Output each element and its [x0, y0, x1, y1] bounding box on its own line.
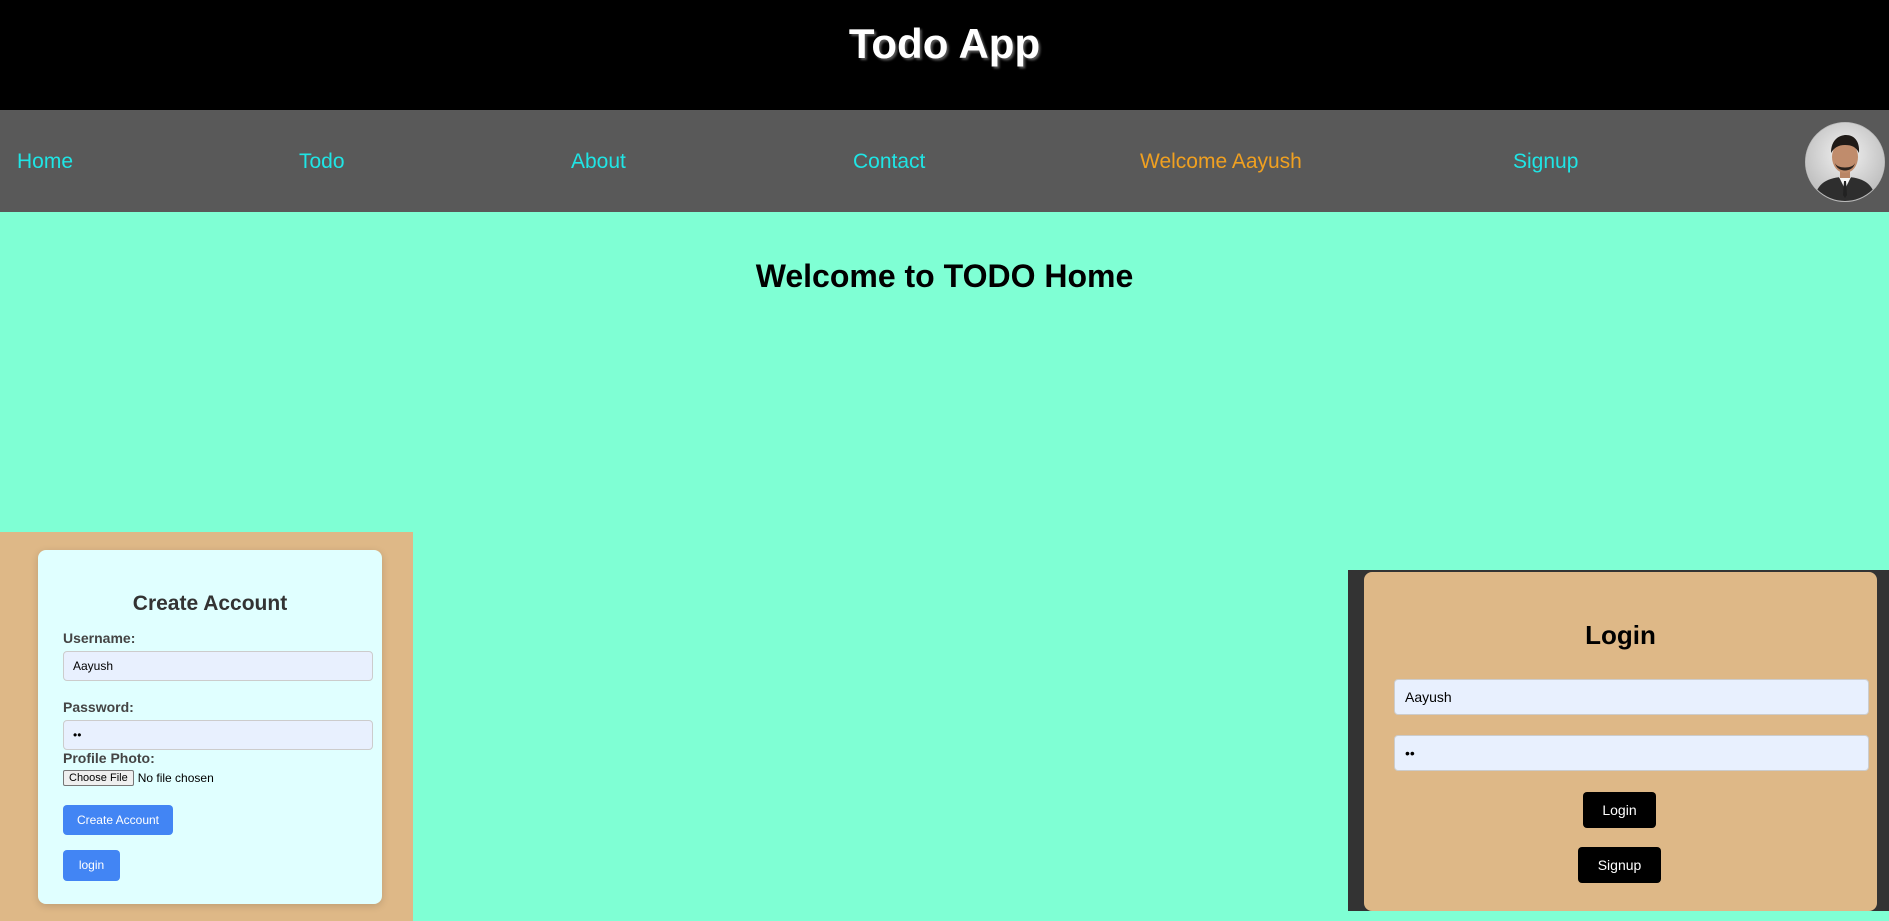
avatar[interactable] — [1805, 122, 1885, 202]
user-avatar-icon — [1806, 123, 1884, 201]
nav-contact-link[interactable]: Contact — [853, 150, 925, 174]
nav-signup-link[interactable]: Signup — [1513, 150, 1578, 174]
signup-password-input[interactable]: •• — [63, 720, 373, 750]
login-password-input[interactable]: •• — [1394, 735, 1869, 771]
nav-welcome-user[interactable]: Welcome Aayush — [1140, 150, 1302, 174]
navbar: Home Todo About Contact Welcome Aayush S… — [0, 110, 1889, 212]
login-username-input[interactable]: Aayush — [1394, 679, 1869, 715]
signup-username-input[interactable]: Aayush — [63, 651, 373, 681]
file-status-text: No file chosen — [137, 771, 214, 785]
signup-button[interactable]: Signup — [1578, 847, 1661, 883]
password-label: Password: — [63, 699, 134, 715]
login-button[interactable]: Login — [1583, 792, 1656, 828]
create-account-button[interactable]: Create Account — [63, 805, 173, 835]
nav-home-link[interactable]: Home — [17, 150, 73, 174]
app-header: Todo App — [0, 0, 1889, 110]
create-account-title: Create Account — [132, 592, 288, 615]
choose-file-button[interactable]: Choose File — [63, 770, 134, 786]
login-title: Login — [1585, 620, 1656, 650]
profile-photo-label: Profile Photo: — [63, 750, 155, 766]
create-account-card: Create Account Username: Aayush Password… — [38, 550, 382, 904]
login-panel: Login Aayush •• Login Signup — [1348, 570, 1889, 911]
username-label: Username: — [63, 630, 136, 646]
profile-photo-input: Choose File No file chosen — [63, 770, 214, 786]
create-account-panel: Create Account Username: Aayush Password… — [0, 532, 413, 921]
nav-todo-link[interactable]: Todo — [299, 150, 345, 174]
goto-login-button[interactable]: login — [63, 850, 120, 881]
nav-about-link[interactable]: About — [571, 150, 626, 174]
login-card: Login Aayush •• Login Signup — [1364, 572, 1877, 911]
page-title: Welcome to TODO Home — [755, 258, 1134, 294]
app-title: Todo App — [848, 20, 1041, 67]
